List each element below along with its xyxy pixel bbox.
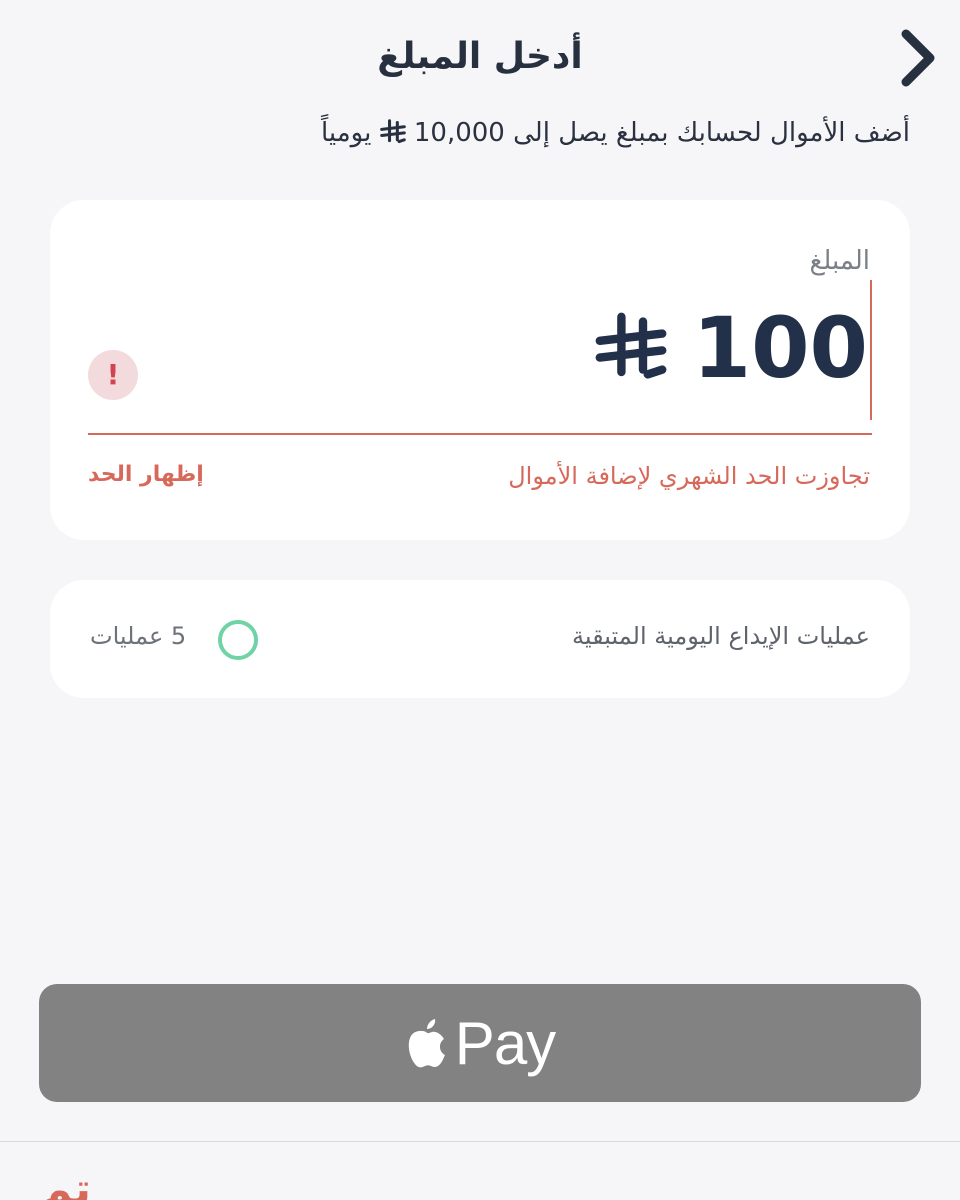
amount-value: 100 [692,299,868,397]
header: أدخل المبلغ [0,0,960,120]
apple-pay-button[interactable]: Pay [39,984,921,1102]
amount-card: المبلغ 100 ! تجاوزت الحد الشهري لإضافة ا… [50,200,910,540]
bottom-bar: تم [0,1141,960,1200]
back-button[interactable] [896,26,940,90]
page-title: أدخل المبلغ [377,36,583,77]
apple-pay-label: Pay [454,1009,556,1077]
subtitle-text-end: يومياً [320,118,372,148]
operations-label: عمليات الإيداع اليومية المتبقية [572,622,870,650]
riyal-icon [379,119,406,144]
progress-ring-icon [218,620,258,660]
remaining-operations-card: عمليات الإيداع اليومية المتبقية 5 عمليات [50,580,910,698]
operations-count: 5 عمليات [90,622,187,650]
apple-icon [408,1019,445,1068]
chevron-right-icon [901,29,935,87]
text-cursor [870,280,872,420]
amount-display: 100 [595,299,868,397]
amount-label: المبلغ [809,246,870,276]
subtitle-text-start: أضف الأموال لحسابك بمبلغ يصل إلى 10,000 [413,118,910,148]
deposit-limit-description: أضف الأموال لحسابك بمبلغ يصل إلى 10,000 … [50,118,910,148]
done-button[interactable]: تم [40,1164,91,1200]
show-limit-link[interactable]: إظهار الحد [88,462,204,487]
riyal-icon [595,312,667,379]
error-message: تجاوزت الحد الشهري لإضافة الأموال [508,462,870,490]
amount-input[interactable]: 100 [312,280,872,423]
error-icon: ! [88,350,138,400]
input-underline [88,433,872,435]
